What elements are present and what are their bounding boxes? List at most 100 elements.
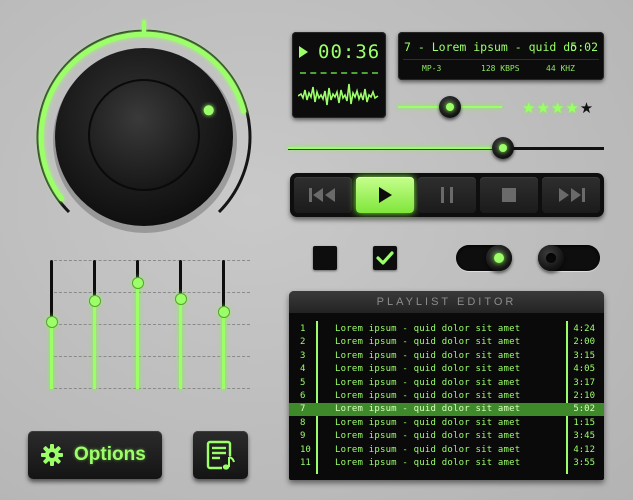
playlist-editor: PLAYLIST EDITOR 1 Lorem ipsum - quid dolo… xyxy=(289,291,604,480)
eq-gridline xyxy=(54,388,250,389)
eq-band-slider[interactable] xyxy=(93,260,96,389)
playlist-row[interactable]: 4 Lorem ipsum - quid dolor sit amet 4:05 xyxy=(289,363,604,376)
playlist-button[interactable] xyxy=(193,431,248,479)
next-button[interactable] xyxy=(542,177,600,213)
options-button[interactable]: Options xyxy=(28,431,162,479)
track-duration: 4:05 xyxy=(573,364,595,375)
track-title: Lorem ipsum - quid dolor sit amet xyxy=(335,404,521,415)
toggle-knob xyxy=(538,245,564,271)
checkmark-icon xyxy=(376,251,394,265)
stop-button[interactable] xyxy=(480,177,538,213)
track-title: Lorem ipsum - quid dolor sit amet xyxy=(335,364,521,375)
track-number: 2 xyxy=(300,337,306,348)
play-icon xyxy=(379,187,392,203)
rating-stars[interactable]: ★★★★★ xyxy=(522,99,594,117)
track-number: 7 xyxy=(300,404,306,415)
checkbox-checked[interactable] xyxy=(373,246,397,270)
rating-star-empty[interactable]: ★ xyxy=(580,99,594,117)
track-duration: 5:02 xyxy=(573,404,595,415)
display-divider xyxy=(403,59,599,60)
transport-controls xyxy=(290,173,604,217)
track-number: 5 xyxy=(300,377,306,388)
track-title: Lorem ipsum - quid dolor sit amet xyxy=(335,377,521,388)
track-title: 7 - Lorem ipsum - quid do xyxy=(404,40,578,54)
track-bitrate: 128 KBPS xyxy=(481,64,520,73)
track-number: 8 xyxy=(300,417,306,428)
playlist-row[interactable]: 10 Lorem ipsum - quid dolor sit amet 4:12 xyxy=(289,444,604,457)
track-info-display: 7 - Lorem ipsum - quid do 5:02 MP-3 128 … xyxy=(398,32,604,80)
toggle-switch-off[interactable] xyxy=(538,245,600,271)
track-duration: 3:17 xyxy=(573,377,595,388)
eq-band-thumb[interactable] xyxy=(132,278,143,289)
track-number: 9 xyxy=(300,431,306,442)
previous-button[interactable] xyxy=(294,177,352,213)
track-title: Lorem ipsum - quid dolor sit amet xyxy=(335,350,521,361)
play-button[interactable] xyxy=(356,177,414,213)
track-title: Lorem ipsum - quid dolor sit amet xyxy=(335,324,521,334)
playlist-row[interactable]: 11 Lorem ipsum - quid dolor sit amet 3:55 xyxy=(289,457,604,470)
seek-slider[interactable] xyxy=(288,136,604,160)
options-label: Options xyxy=(74,444,146,465)
track-duration: 4:24 xyxy=(573,324,595,334)
track-duration: 1:15 xyxy=(573,417,595,428)
playlist-row[interactable]: 7 Lorem ipsum - quid dolor sit amet 5:02 xyxy=(289,403,604,417)
eq-band-level xyxy=(93,301,96,389)
playlist-row[interactable]: 5 Lorem ipsum - quid dolor sit amet 3:17 xyxy=(289,377,604,390)
track-samplerate: 44 KHZ xyxy=(546,64,575,73)
track-format: MP-3 xyxy=(422,64,442,73)
playlist-music-icon xyxy=(206,440,236,471)
elapsed-time: 00:36 xyxy=(318,41,381,63)
volume-knob[interactable] xyxy=(28,16,258,246)
waveform-icon xyxy=(298,83,379,106)
playlist-row[interactable]: 3 Lorem ipsum - quid dolor sit amet 3:15 xyxy=(289,350,604,363)
playlist-row[interactable]: 2 Lorem ipsum - quid dolor sit amet 2:00 xyxy=(289,336,604,349)
balance-slider[interactable] xyxy=(398,96,502,118)
checkbox-unchecked[interactable] xyxy=(313,246,337,270)
time-display: 00:36 xyxy=(292,32,386,118)
play-icon xyxy=(299,46,308,58)
eq-band-thumb[interactable] xyxy=(46,316,57,327)
balance-thumb[interactable] xyxy=(439,96,461,118)
eq-gridline xyxy=(54,260,250,261)
track-title: Lorem ipsum - quid dolor sit amet xyxy=(335,444,521,455)
knob-top-marker xyxy=(142,20,146,34)
playlist-row[interactable]: 9 Lorem ipsum - quid dolor sit amet 3:45 xyxy=(289,430,604,443)
seek-progress xyxy=(288,147,503,149)
toggle-indicator xyxy=(546,253,556,263)
playlist-row[interactable]: 1 Lorem ipsum - quid dolor sit amet 4:24 xyxy=(289,323,604,336)
eq-gridline xyxy=(54,292,250,293)
toggle-indicator xyxy=(494,253,504,263)
track-duration: 2:00 xyxy=(573,337,595,348)
seek-thumb[interactable] xyxy=(491,137,514,159)
playlist-row[interactable]: 8 Lorem ipsum - quid dolor sit amet 1:15 xyxy=(289,417,604,430)
toggle-knob xyxy=(486,245,512,271)
eq-band-level xyxy=(222,311,225,389)
track-title: Lorem ipsum - quid dolor sit amet xyxy=(335,417,521,428)
toggle-switch-on[interactable] xyxy=(456,245,512,271)
eq-band-thumb[interactable] xyxy=(175,293,186,304)
track-number: 3 xyxy=(300,350,306,361)
eq-band-level xyxy=(136,283,139,389)
eq-gridline xyxy=(54,324,250,325)
track-duration: 4:12 xyxy=(573,444,595,455)
track-duration: 3:45 xyxy=(573,431,595,442)
eq-band-level xyxy=(179,298,182,389)
rating-star-filled[interactable]: ★★★★ xyxy=(522,99,580,117)
skip-forward-icon xyxy=(559,188,585,202)
track-number: 4 xyxy=(300,364,306,375)
track-duration: 3:15 xyxy=(573,350,595,361)
track-number: 6 xyxy=(300,391,306,401)
stop-icon xyxy=(502,188,516,202)
eq-band-thumb[interactable] xyxy=(89,296,100,307)
eq-band-level xyxy=(50,321,53,389)
eq-band-slider[interactable] xyxy=(222,260,225,389)
pause-button[interactable] xyxy=(418,177,476,213)
track-title: Lorem ipsum - quid dolor sit amet xyxy=(335,391,521,401)
eq-band-thumb[interactable] xyxy=(218,306,229,317)
skip-back-icon xyxy=(309,188,335,202)
knob-indicator-dot xyxy=(203,105,214,116)
display-divider xyxy=(300,72,378,74)
eq-band-slider[interactable] xyxy=(179,260,182,389)
pause-icon xyxy=(441,187,453,203)
playlist-row[interactable]: 6 Lorem ipsum - quid dolor sit amet 2:10 xyxy=(289,390,604,403)
